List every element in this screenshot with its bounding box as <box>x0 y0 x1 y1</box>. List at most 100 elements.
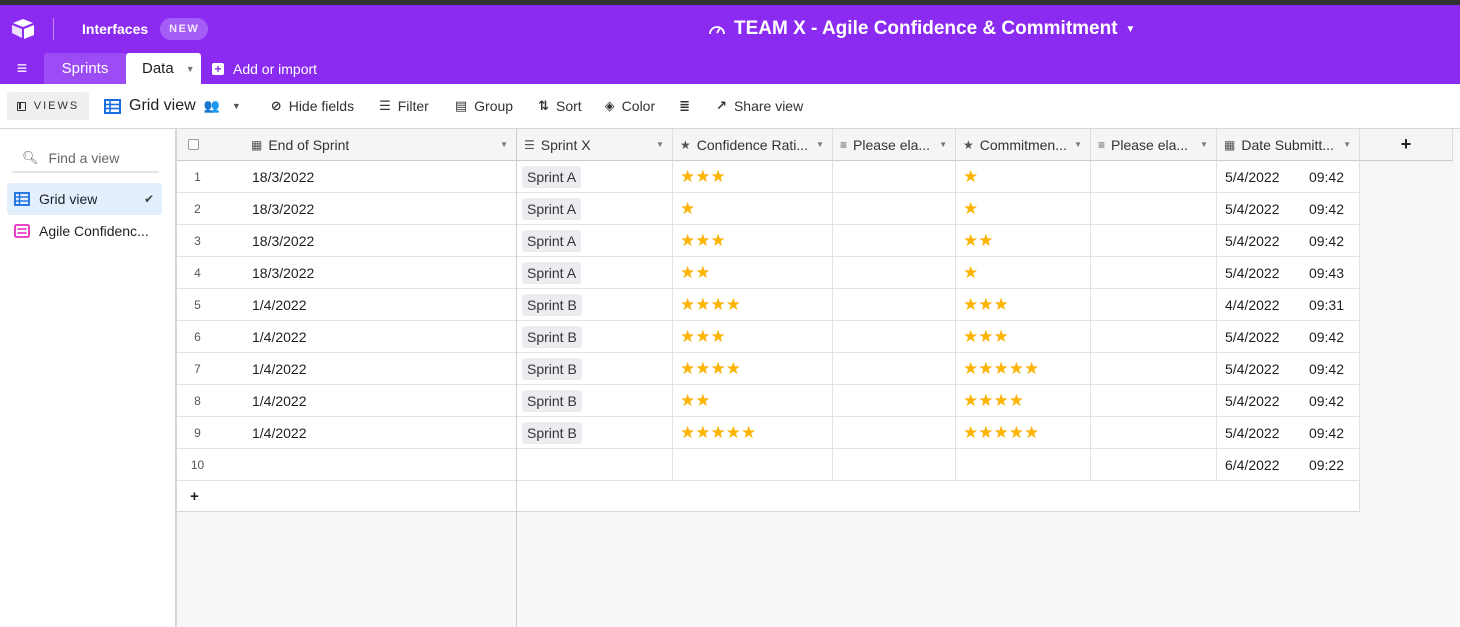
chevron-down-icon[interactable]: ▼ <box>656 140 664 149</box>
color-button[interactable]: ◈ Color <box>605 98 655 114</box>
column-header-please-elaborate-1[interactable]: ≡ Please ela... ▼ <box>833 129 956 161</box>
cell-confidence-rating[interactable]: ★★★★ <box>673 289 833 321</box>
cell-please-elaborate-2[interactable] <box>1091 385 1217 417</box>
cell-commitment-rating[interactable]: ★★ <box>956 225 1091 257</box>
cell-confidence-rating[interactable]: ★★ <box>673 385 833 417</box>
cell-end-of-sprint[interactable]: 18/3/2022 <box>234 257 517 289</box>
chevron-down-icon[interactable]: ▼ <box>939 140 947 149</box>
cell-please-elaborate-2[interactable] <box>1091 353 1217 385</box>
cell-please-elaborate-1[interactable] <box>833 321 956 353</box>
cell-commitment-rating[interactable]: ★★★ <box>956 289 1091 321</box>
cell-please-elaborate-1[interactable] <box>833 417 956 449</box>
cell-confidence-rating[interactable]: ★★★ <box>673 161 833 193</box>
cell-date-submitted[interactable]: 5/4/2022 09:42 <box>1217 385 1360 417</box>
tab-sprints[interactable]: Sprints <box>44 53 126 84</box>
row-number-cell[interactable]: 5 <box>177 289 234 321</box>
cell-please-elaborate-1[interactable] <box>833 449 956 481</box>
cell-date-submitted[interactable]: 5/4/2022 09:42 <box>1217 353 1360 385</box>
cell-confidence-rating[interactable]: ★ <box>673 193 833 225</box>
sort-button[interactable]: ⇅ Sort <box>538 98 582 114</box>
chevron-down-icon[interactable]: ▼ <box>1343 140 1351 149</box>
row-number-cell[interactable]: 3 <box>177 225 234 257</box>
cell-please-elaborate-1[interactable] <box>833 289 956 321</box>
cell-commitment-rating[interactable]: ★★★★★ <box>956 353 1091 385</box>
column-header-confidence[interactable]: ★ Confidence Rati... ▼ <box>673 129 833 161</box>
row-number-cell[interactable]: 1 <box>177 161 234 193</box>
airtable-logo-icon[interactable] <box>11 18 35 40</box>
cell-commitment-rating[interactable]: ★★★ <box>956 321 1091 353</box>
cell-date-submitted[interactable]: 5/4/2022 09:42 <box>1217 225 1360 257</box>
sidebar-item-form-view[interactable]: Agile Confidenc... <box>7 215 162 247</box>
interfaces-link[interactable]: Interfaces <box>82 21 148 37</box>
cell-end-of-sprint[interactable]: 1/4/2022 <box>234 385 517 417</box>
filter-button[interactable]: ☰ Filter <box>379 98 429 114</box>
cell-please-elaborate-2[interactable] <box>1091 289 1217 321</box>
cell-end-of-sprint[interactable]: 1/4/2022 <box>234 417 517 449</box>
cell-end-of-sprint[interactable]: 1/4/2022 <box>234 353 517 385</box>
cell-sprint-x[interactable]: Sprint A <box>517 161 673 193</box>
view-switcher[interactable]: Grid view 👥 ▼ <box>104 97 241 115</box>
sidebar-item-grid-view[interactable]: Grid view ✔ <box>7 183 162 215</box>
cell-confidence-rating[interactable]: ★★★ <box>673 225 833 257</box>
cell-end-of-sprint[interactable]: 18/3/2022 <box>234 193 517 225</box>
share-view-button[interactable]: ↗ Share view <box>716 98 803 114</box>
cell-end-of-sprint[interactable]: 1/4/2022 <box>234 321 517 353</box>
cell-please-elaborate-2[interactable] <box>1091 321 1217 353</box>
column-header-sprint-x[interactable]: ☰ Sprint X ▼ <box>517 129 673 161</box>
cell-sprint-x[interactable]: Sprint A <box>517 225 673 257</box>
cell-sprint-x[interactable]: Sprint B <box>517 385 673 417</box>
column-header-commitment[interactable]: ★ Commitmen... ▼ <box>956 129 1091 161</box>
cell-sprint-x[interactable] <box>517 449 673 481</box>
cell-please-elaborate-2[interactable] <box>1091 193 1217 225</box>
cell-please-elaborate-1[interactable] <box>833 161 956 193</box>
add-field-button[interactable]: + <box>1360 129 1453 161</box>
cell-confidence-rating[interactable] <box>673 449 833 481</box>
cell-confidence-rating[interactable]: ★★★★ <box>673 353 833 385</box>
cell-end-of-sprint[interactable]: 18/3/2022 <box>234 225 517 257</box>
cell-commitment-rating[interactable]: ★★★★★ <box>956 417 1091 449</box>
cell-end-of-sprint[interactable]: 18/3/2022 <box>234 161 517 193</box>
tab-data[interactable]: Data ▼ <box>126 53 201 84</box>
cell-date-submitted[interactable]: 5/4/2022 09:42 <box>1217 193 1360 225</box>
cell-sprint-x[interactable]: Sprint A <box>517 257 673 289</box>
cell-end-of-sprint[interactable]: 1/4/2022 <box>234 289 517 321</box>
row-height-button[interactable]: ≣ <box>679 98 697 114</box>
cell-please-elaborate-2[interactable] <box>1091 161 1217 193</box>
chevron-down-icon[interactable]: ▼ <box>816 140 824 149</box>
cell-end-of-sprint[interactable] <box>234 449 517 481</box>
cell-date-submitted[interactable]: 6/4/2022 09:22 <box>1217 449 1360 481</box>
cell-please-elaborate-2[interactable] <box>1091 449 1217 481</box>
row-number-cell[interactable]: 2 <box>177 193 234 225</box>
cell-sprint-x[interactable]: Sprint B <box>517 321 673 353</box>
cell-sprint-x[interactable]: Sprint B <box>517 289 673 321</box>
row-number-cell[interactable]: 10 <box>177 449 234 481</box>
chevron-down-icon[interactable]: ▼ <box>500 140 508 149</box>
chevron-down-icon[interactable]: ▼ <box>1200 140 1208 149</box>
chevron-down-icon[interactable]: ▼ <box>186 64 195 74</box>
row-number-cell[interactable]: 9 <box>177 417 234 449</box>
chevron-down-icon[interactable]: ▼ <box>1074 140 1082 149</box>
add-record-button[interactable]: + <box>177 481 517 512</box>
cell-please-elaborate-1[interactable] <box>833 193 956 225</box>
row-number-cell[interactable]: 4 <box>177 257 234 289</box>
cell-date-submitted[interactable]: 4/4/2022 09:31 <box>1217 289 1360 321</box>
cell-please-elaborate-2[interactable] <box>1091 417 1217 449</box>
cell-sprint-x[interactable]: Sprint B <box>517 353 673 385</box>
find-view-search[interactable]: 🔍︎ Find a view <box>12 145 159 173</box>
cell-commitment-rating[interactable]: ★ <box>956 257 1091 289</box>
cell-confidence-rating[interactable]: ★★ <box>673 257 833 289</box>
cell-please-elaborate-1[interactable] <box>833 353 956 385</box>
cell-date-submitted[interactable]: 5/4/2022 09:42 <box>1217 321 1360 353</box>
column-header-please-elaborate-2[interactable]: ≡ Please ela... ▼ <box>1091 129 1217 161</box>
menu-icon[interactable]: ≡ <box>0 53 44 84</box>
cell-date-submitted[interactable]: 5/4/2022 09:42 <box>1217 417 1360 449</box>
cell-commitment-rating[interactable]: ★ <box>956 193 1091 225</box>
cell-please-elaborate-2[interactable] <box>1091 257 1217 289</box>
cell-confidence-rating[interactable]: ★★★ <box>673 321 833 353</box>
row-number-cell[interactable]: 8 <box>177 385 234 417</box>
column-header-date-submitted[interactable]: ▦ Date Submitt... ▼ <box>1217 129 1360 161</box>
row-number-cell[interactable]: 6 <box>177 321 234 353</box>
cell-date-submitted[interactable]: 5/4/2022 09:42 <box>1217 161 1360 193</box>
cell-please-elaborate-1[interactable] <box>833 385 956 417</box>
hide-fields-button[interactable]: ⊘ Hide fields <box>271 98 354 114</box>
